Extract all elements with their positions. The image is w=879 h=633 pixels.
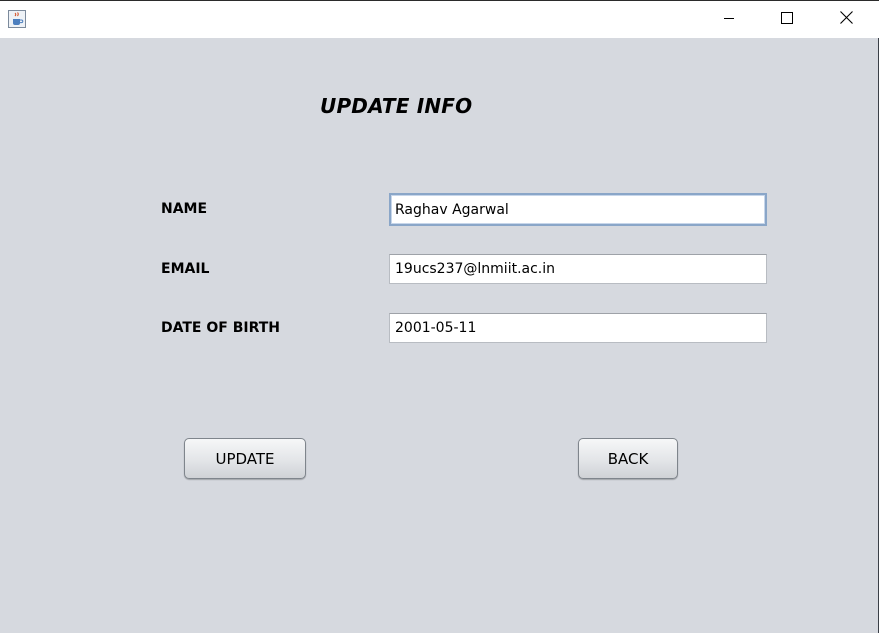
- minimize-button[interactable]: [706, 1, 752, 38]
- date-of-birth-field[interactable]: [389, 313, 767, 343]
- title-bar: [0, 0, 879, 38]
- email-label: EMAIL: [161, 261, 210, 277]
- page-title: UPDATE INFO: [320, 94, 473, 118]
- java-cup-icon[interactable]: [8, 10, 26, 28]
- email-field[interactable]: [389, 254, 767, 284]
- back-button[interactable]: BACK: [578, 438, 678, 479]
- name-label: NAME: [161, 201, 208, 217]
- app-window: UPDATE INFO NAME EMAIL DATE OF BIRTH UPD…: [0, 0, 879, 633]
- close-icon: [839, 10, 853, 29]
- minimize-icon: [723, 11, 735, 29]
- maximize-button[interactable]: [764, 1, 810, 38]
- date-of-birth-label: DATE OF BIRTH: [161, 320, 280, 336]
- maximize-icon: [781, 11, 793, 29]
- name-field[interactable]: [389, 193, 767, 226]
- update-button[interactable]: UPDATE: [184, 438, 306, 479]
- close-button[interactable]: [823, 1, 869, 38]
